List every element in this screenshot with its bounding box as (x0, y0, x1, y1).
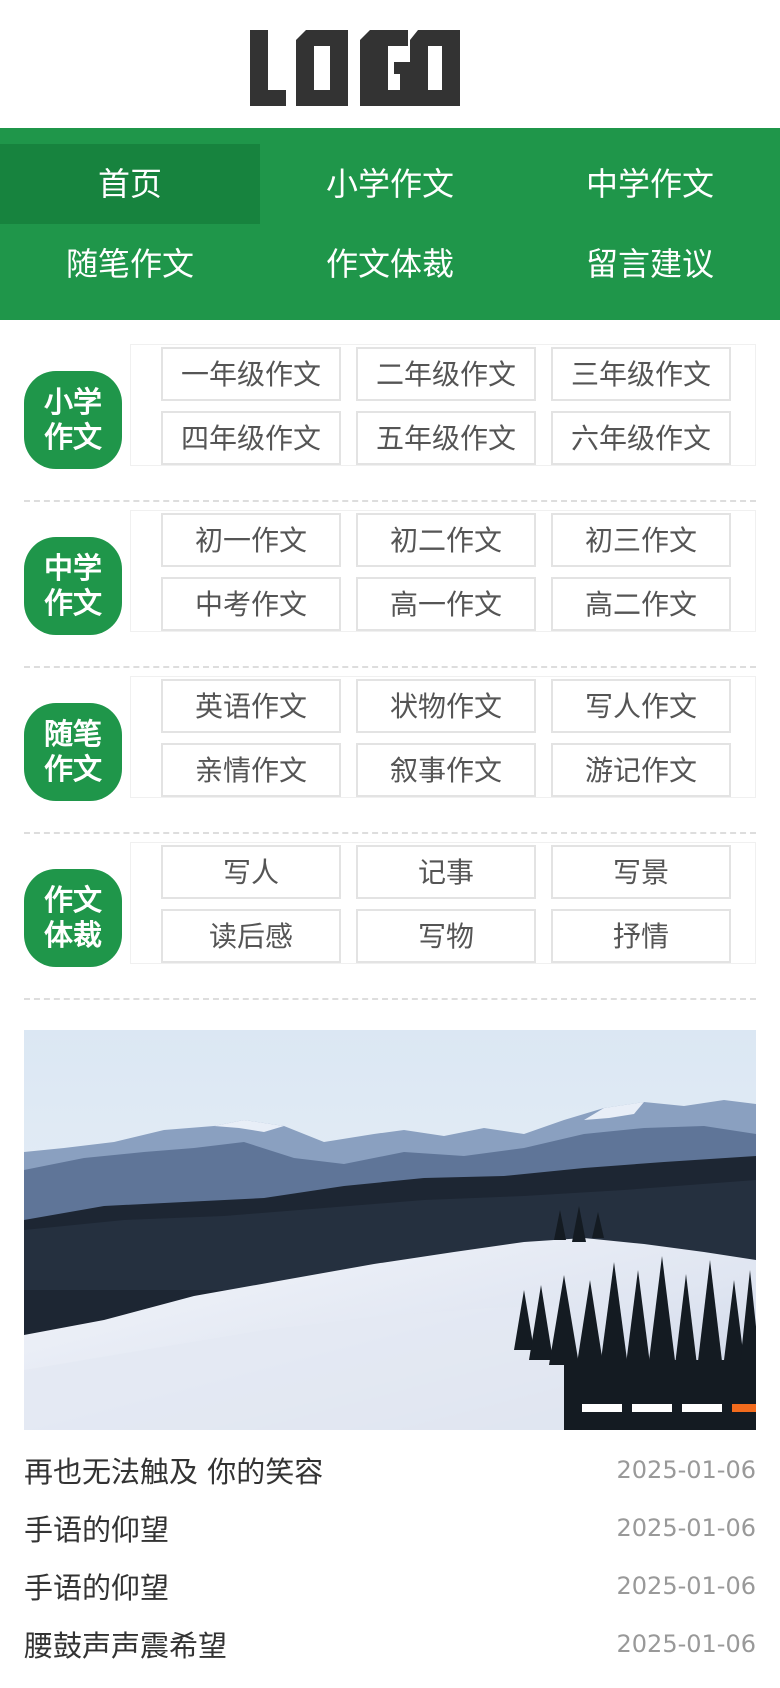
category-link[interactable]: 中考作文 (161, 577, 341, 631)
site-logo[interactable] (248, 28, 460, 108)
site-header (0, 0, 780, 128)
category-badge[interactable]: 小学 作文 (24, 371, 122, 469)
banner-slider[interactable] (24, 1030, 756, 1430)
category-link[interactable]: 写人作文 (551, 679, 731, 733)
category-link[interactable]: 写物 (356, 909, 536, 963)
badge-line2: 作文 (43, 586, 102, 620)
nav-item-casual-essay[interactable]: 随笔作文 (0, 224, 260, 304)
article-title[interactable]: 手语的仰望 (24, 1565, 169, 1607)
category-link[interactable]: 二年级作文 (356, 347, 536, 401)
slider-dot[interactable] (582, 1404, 622, 1412)
nav-item-primary-essay[interactable]: 小学作文 (260, 144, 520, 224)
category-link[interactable]: 写景 (551, 845, 731, 899)
nav-item-middle-essay[interactable]: 中学作文 (520, 144, 780, 224)
category-primary-essay: 小学 作文 一年级作文 二年级作文 三年级作文 四年级作文 五年级作文 六年级作… (24, 336, 756, 502)
article-list: 再也无法触及 你的笑容 2025-01-06 手语的仰望 2025-01-06 … (24, 1441, 756, 1673)
category-links: 英语作文 状物作文 写人作文 亲情作文 叙事作文 游记作文 (130, 676, 756, 798)
article-date: 2025-01-06 (616, 1514, 756, 1542)
article-date: 2025-01-06 (616, 1572, 756, 1600)
article-date: 2025-01-06 (616, 1456, 756, 1484)
badge-line2: 作文 (43, 420, 102, 454)
category-casual-essay: 随笔 作文 英语作文 状物作文 写人作文 亲情作文 叙事作文 游记作文 (24, 668, 756, 834)
list-item[interactable]: 手语的仰望 2025-01-06 (24, 1499, 756, 1557)
category-essay-genre: 作文 体裁 写人 记事 写景 读后感 写物 抒情 (24, 834, 756, 1000)
category-link[interactable]: 高二作文 (551, 577, 731, 631)
category-link[interactable]: 高一作文 (356, 577, 536, 631)
category-link[interactable]: 状物作文 (356, 679, 536, 733)
article-title[interactable]: 再也无法触及 你的笑容 (24, 1449, 323, 1491)
slider-dot[interactable] (682, 1404, 722, 1412)
category-link[interactable]: 写人 (161, 845, 341, 899)
slider-dot[interactable] (632, 1404, 672, 1412)
category-link[interactable]: 初二作文 (356, 513, 536, 567)
category-middle-essay: 中学 作文 初一作文 初二作文 初三作文 中考作文 高一作文 高二作文 (24, 502, 756, 668)
list-item[interactable]: 再也无法触及 你的笑容 2025-01-06 (24, 1441, 756, 1499)
category-links: 一年级作文 二年级作文 三年级作文 四年级作文 五年级作文 六年级作文 (130, 344, 756, 466)
list-item[interactable]: 腰鼓声声震希望 2025-01-06 (24, 1615, 756, 1673)
nav-item-feedback[interactable]: 留言建议 (520, 224, 780, 304)
category-link[interactable]: 游记作文 (551, 743, 731, 797)
category-link[interactable]: 叙事作文 (356, 743, 536, 797)
category-link[interactable]: 五年级作文 (356, 411, 536, 465)
category-links: 初一作文 初二作文 初三作文 中考作文 高一作文 高二作文 (130, 510, 756, 632)
category-link[interactable]: 记事 (356, 845, 536, 899)
category-link[interactable]: 四年级作文 (161, 411, 341, 465)
badge-line1: 小学 (43, 385, 102, 419)
list-item[interactable]: 手语的仰望 2025-01-06 (24, 1557, 756, 1615)
category-badge[interactable]: 随笔 作文 (24, 703, 122, 801)
badge-line1: 中学 (43, 551, 102, 585)
main-nav: 首页 小学作文 中学作文 随笔作文 作文体裁 留言建议 (0, 128, 780, 320)
category-link[interactable]: 亲情作文 (161, 743, 341, 797)
badge-line1: 随笔 (43, 717, 102, 751)
category-link[interactable]: 初三作文 (551, 513, 731, 567)
category-link[interactable]: 三年级作文 (551, 347, 731, 401)
nav-item-home[interactable]: 首页 (0, 144, 260, 224)
article-title[interactable]: 手语的仰望 (24, 1507, 169, 1549)
article-date: 2025-01-06 (616, 1630, 756, 1658)
category-badge[interactable]: 中学 作文 (24, 537, 122, 635)
slider-dots (582, 1404, 756, 1412)
category-link[interactable]: 一年级作文 (161, 347, 341, 401)
category-links: 写人 记事 写景 读后感 写物 抒情 (130, 842, 756, 964)
nav-item-essay-genre[interactable]: 作文体裁 (260, 224, 520, 304)
banner-image (24, 1030, 756, 1430)
category-badge[interactable]: 作文 体裁 (24, 869, 122, 967)
slider-dot-active[interactable] (732, 1404, 756, 1412)
badge-line2: 体裁 (43, 918, 102, 952)
badge-line1: 作文 (43, 883, 102, 917)
badge-line2: 作文 (43, 752, 102, 786)
category-link[interactable]: 读后感 (161, 909, 341, 963)
article-title[interactable]: 腰鼓声声震希望 (24, 1623, 227, 1665)
category-link[interactable]: 六年级作文 (551, 411, 731, 465)
category-link[interactable]: 初一作文 (161, 513, 341, 567)
category-link[interactable]: 英语作文 (161, 679, 341, 733)
category-link[interactable]: 抒情 (551, 909, 731, 963)
